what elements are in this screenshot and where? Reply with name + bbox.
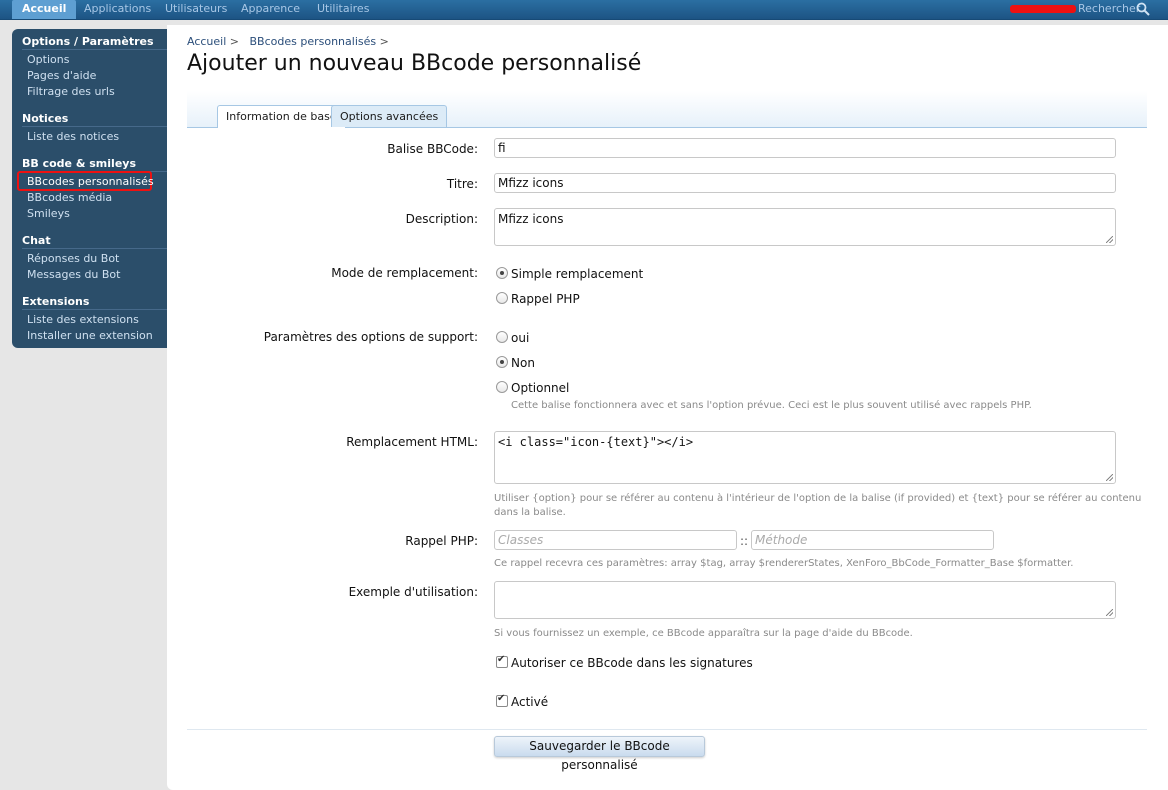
html-hint-line1: Utiliser {option} pour se référer au con… [494,493,1142,504]
sidebar-section-chat: Chat [22,234,51,247]
html-replacement-value: <i class="icon-{text}"></i> [498,435,694,449]
form-divider [187,729,1147,730]
php-class-placeholder: Classes [498,533,544,547]
sidebar-divider [22,126,167,127]
title-label: Titre: [446,177,478,191]
top-navigation-bar: Accueil Applications Utilisateurs Appare… [0,0,1168,20]
sidebar-item-extension-list[interactable]: Liste des extensions [27,313,139,326]
breadcrumb: Accueil > BBcodes personnalisés > [187,35,389,48]
php-class-input[interactable]: Classes [494,530,737,550]
tab-utilitaires[interactable]: Utilitaires [317,0,369,19]
support-yes-label: oui [511,331,530,345]
sidebar-divider [22,248,167,249]
resize-grip-icon[interactable] [1106,474,1113,481]
save-button[interactable]: Sauvegarder le BBcode personnalisé [494,736,705,772]
sidebar-item-bot-messages[interactable]: Messages du Bot [27,268,120,281]
tab-utilisateurs[interactable]: Utilisateurs [165,0,227,19]
sidebar-item-install-extension[interactable]: Installer une extension [27,329,153,342]
tab-apparence[interactable]: Apparence [241,0,300,19]
sidebar-item-notice-list[interactable]: Liste des notices [27,130,119,143]
description-value: Mfizz icons [498,212,564,226]
sidebar-item-smileys[interactable]: Smileys [27,207,70,220]
form-tab-bar: Information de base Options avancées [187,91,1147,128]
html-hint-line2: dans la balise. [494,507,566,518]
tab-accueil[interactable]: Accueil [12,0,77,19]
allow-signatures-label: Autoriser ce BBcode dans les signatures [511,656,753,670]
active-label: Activé [511,695,549,709]
breadcrumb-home[interactable]: Accueil [187,35,226,48]
support-optional-radio[interactable] [496,381,508,393]
sidebar-item-custom-bbcodes[interactable]: BBcodes personnalisés [27,175,154,188]
example-label: Exemple d'utilisation: [348,585,478,599]
support-optional-label: Optionnel [511,381,570,395]
breadcrumb-custom-bbcodes[interactable]: BBcodes personnalisés [250,35,377,48]
php-hint: Ce rappel recevra ces paramètres: array … [494,558,1074,569]
sidebar-item-help-pages[interactable]: Pages d'aide [27,69,96,82]
tag-label: Balise BBCode: [387,142,478,156]
resize-grip-icon[interactable] [1106,236,1113,243]
mode-php-radio[interactable] [496,292,508,304]
support-yes-radio[interactable] [496,331,508,343]
support-label: Paramètres des options de support: [263,330,478,344]
sidebar: Options / Paramètres Options Pages d'aid… [12,29,167,348]
breadcrumb-separator: > [379,35,389,48]
redacted-username [1010,5,1076,13]
tab-basic-info[interactable]: Information de base [217,105,346,128]
tab-applications[interactable]: Applications [84,0,151,19]
html-replacement-textarea[interactable]: <i class="icon-{text}"></i> [494,431,1116,484]
sidebar-section-notices: Notices [22,112,69,125]
php-separator: :: [740,534,749,548]
sidebar-divider [22,309,167,310]
mode-label: Mode de remplacement: [331,266,478,280]
php-method-placeholder: Méthode [755,533,808,547]
tag-input[interactable]: fi [494,138,1116,158]
sidebar-section-bbcode: BB code & smileys [22,157,136,170]
breadcrumb-separator: > [229,35,239,48]
sidebar-section-extensions: Extensions [22,295,90,308]
description-label: Description: [405,212,478,226]
search-icon[interactable] [1136,2,1150,16]
tab-advanced-options[interactable]: Options avancées [331,105,448,127]
description-textarea[interactable]: Mfizz icons [494,208,1116,246]
support-no-label: Non [511,356,535,370]
html-label: Remplacement HTML: [346,435,478,449]
example-textarea[interactable] [494,581,1116,619]
resize-grip-icon[interactable] [1106,609,1113,616]
sidebar-item-options[interactable]: Options [27,53,69,66]
php-callback-label: Rappel PHP: [405,534,478,548]
sidebar-item-bot-responses[interactable]: Réponses du Bot [27,252,119,265]
example-hint: Si vous fournissez un exemple, ce BBcode… [494,628,913,639]
php-method-input[interactable]: Méthode [751,530,994,550]
support-hint: Cette balise fonctionnera avec et sans l… [511,400,1032,411]
support-no-radio[interactable] [496,356,508,368]
sidebar-item-media-bbcodes[interactable]: BBcodes média [27,191,112,204]
mode-simple-label: Simple remplacement [511,267,644,281]
search-link[interactable]: Rechercher [1078,0,1140,19]
page-title: Ajouter un nouveau BBcode personnalisé [187,51,642,76]
mode-simple-radio[interactable] [496,267,508,279]
active-checkbox[interactable] [496,693,508,707]
main-content: Accueil > BBcodes personnalisés > Ajoute… [167,25,1168,790]
allow-signatures-checkbox[interactable] [496,654,508,668]
sidebar-section-options: Options / Paramètres [22,35,154,48]
sidebar-divider [22,49,167,50]
mode-php-label: Rappel PHP [511,292,580,306]
title-input[interactable]: Mfizz icons [494,173,1116,193]
sidebar-item-url-filter[interactable]: Filtrage des urls [27,85,115,98]
